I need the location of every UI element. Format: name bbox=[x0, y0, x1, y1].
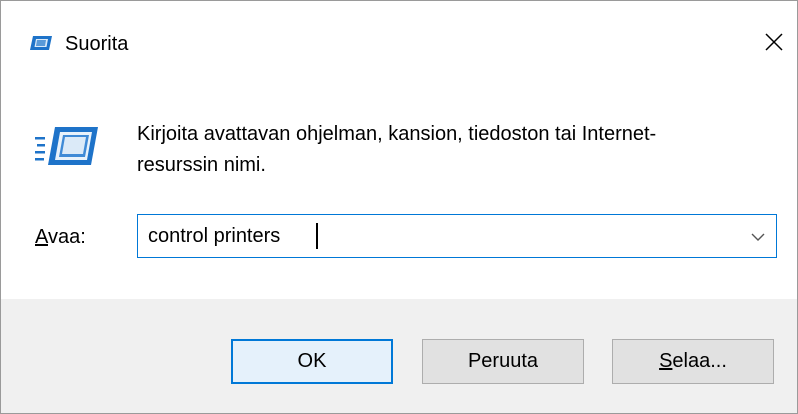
dropdown-button[interactable] bbox=[748, 227, 768, 247]
chevron-down-icon bbox=[751, 233, 765, 241]
window-title: Suorita bbox=[65, 33, 129, 55]
run-icon bbox=[29, 35, 53, 51]
open-label: Avaa: bbox=[35, 225, 86, 249]
run-icon bbox=[35, 123, 101, 167]
text-caret bbox=[316, 223, 318, 249]
cancel-button[interactable]: Peruuta bbox=[422, 339, 584, 384]
instruction-text: Kirjoita avattavan ohjelman, kansion, ti… bbox=[137, 123, 657, 176]
browse-button[interactable]: Selaa... bbox=[612, 339, 774, 384]
run-dialog: Suorita Kirjoita avattavan ohjelman, kan… bbox=[0, 0, 798, 414]
button-bar: OK Peruuta Selaa... bbox=[1, 299, 797, 413]
open-combobox[interactable] bbox=[137, 214, 777, 258]
title-bar[interactable]: Suorita bbox=[1, 1, 797, 79]
ok-button[interactable]: OK bbox=[231, 339, 393, 384]
open-label-mnemonic: A bbox=[35, 226, 48, 248]
dialog-content: Kirjoita avattavan ohjelman, kansion, ti… bbox=[1, 79, 797, 299]
browse-mnemonic: S bbox=[659, 350, 673, 372]
close-button[interactable] bbox=[751, 19, 797, 65]
close-icon bbox=[765, 33, 783, 51]
open-input[interactable] bbox=[148, 215, 728, 257]
open-label-text: vaa: bbox=[47, 226, 86, 248]
browse-label: elaa... bbox=[672, 350, 727, 372]
